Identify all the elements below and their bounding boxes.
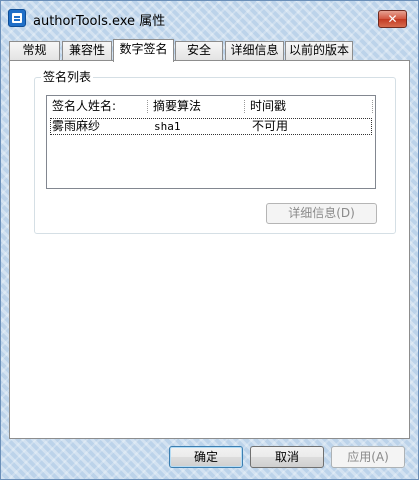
title-bar[interactable]: authorTools.exe 属性 ✕ [1, 1, 418, 35]
properties-dialog: authorTools.exe 属性 ✕ 常规 兼容性 数字签名 安全 详细信息… [0, 0, 419, 480]
apply-button[interactable]: 应用(A) [331, 446, 405, 468]
tab-general[interactable]: 常规 [9, 41, 60, 60]
cancel-button[interactable]: 取消 [250, 446, 324, 468]
close-icon: ✕ [387, 12, 398, 26]
column-header-signer[interactable]: 签名人姓名: [47, 96, 147, 117]
signer-name-cell: 雾雨麻纱 [52, 119, 101, 133]
tab-page-digital-signatures: 签名列表 签名人姓名: 摘要算法 时间戳 雾雨麻纱 sha1 不可用 详细信息(… [9, 60, 410, 439]
group-legend: 签名列表 [41, 70, 94, 84]
signature-listview[interactable]: 签名人姓名: 摘要算法 时间戳 雾雨麻纱 sha1 不可用 [46, 95, 376, 189]
digest-algorithm-cell: sha1 [154, 120, 181, 133]
tab-details[interactable]: 详细信息 [225, 41, 284, 60]
close-button[interactable]: ✕ [378, 10, 407, 28]
timestamp-cell: 不可用 [252, 119, 289, 133]
signature-list-group: 签名列表 签名人姓名: 摘要算法 时间戳 雾雨麻纱 sha1 不可用 详细信息(… [34, 70, 396, 234]
tab-compatibility[interactable]: 兼容性 [62, 41, 112, 60]
details-button[interactable]: 详细信息(D) [266, 203, 377, 224]
column-header-timestamp[interactable]: 时间戳 [245, 96, 373, 117]
tab-previous-versions[interactable]: 以前的版本 [285, 41, 353, 60]
window-title: authorTools.exe 属性 [33, 14, 166, 29]
list-header: 签名人姓名: 摘要算法 时间戳 [47, 96, 375, 117]
app-icon [8, 9, 26, 27]
column-separator[interactable] [372, 100, 373, 113]
tab-security[interactable]: 安全 [175, 41, 223, 60]
tab-digital-signatures[interactable]: 数字签名 [113, 39, 174, 62]
signature-row[interactable]: 雾雨麻纱 sha1 不可用 [50, 118, 372, 135]
ok-button[interactable]: 确定 [169, 446, 243, 468]
column-header-digest[interactable]: 摘要算法 [148, 96, 244, 117]
